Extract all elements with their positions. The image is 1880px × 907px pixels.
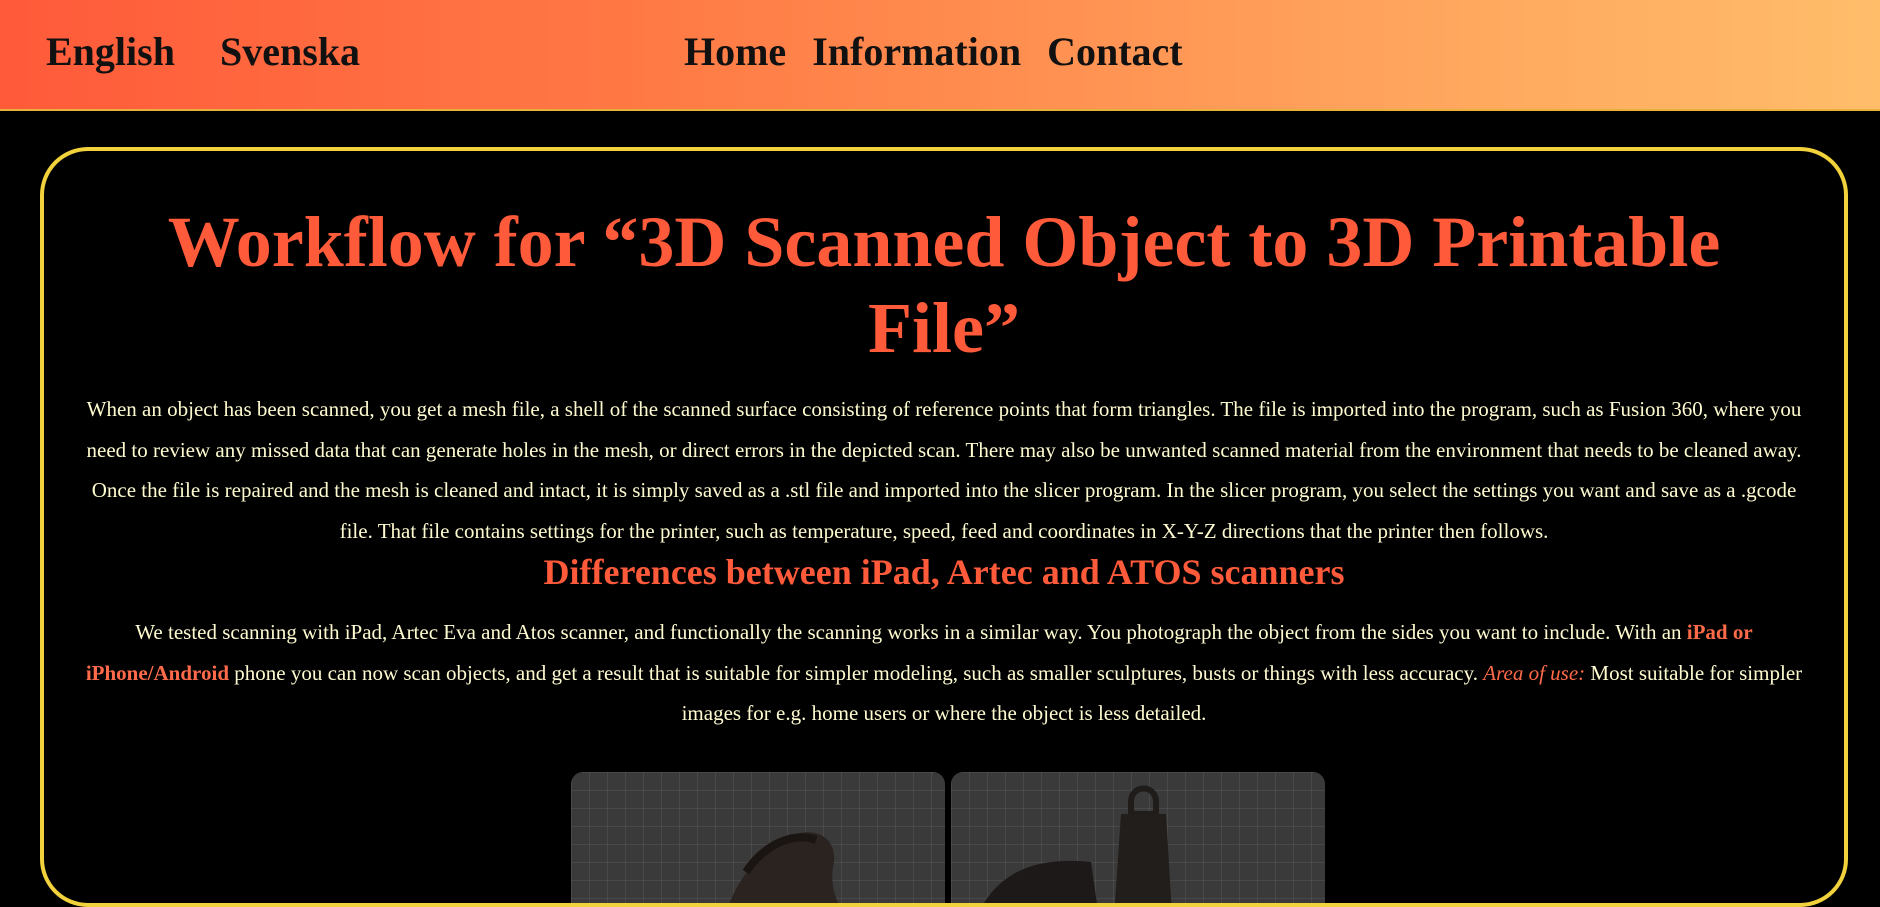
scanner-differences-heading: Differences between iPad, Artec and ATOS… xyxy=(543,552,1345,592)
scan-image-2[interactable] xyxy=(951,772,1325,903)
content-card: Workflow for “3D Scanned Object to 3D Pr… xyxy=(40,147,1848,907)
scanner-text-2: phone you can now scan objects, and get … xyxy=(229,660,1484,685)
page-title: Workflow for “3D Scanned Object to 3D Pr… xyxy=(167,202,1721,368)
language-english-link[interactable]: English xyxy=(46,28,175,75)
scan-image-gallery xyxy=(571,772,1325,903)
scanned-object-graphic xyxy=(984,785,1172,903)
nav-home-link[interactable]: Home xyxy=(684,28,786,75)
nav-information-link[interactable]: Information xyxy=(812,28,1021,75)
top-navigation-bar: English Svenska Home Information Contact xyxy=(0,0,1880,111)
nav-contact-link[interactable]: Contact xyxy=(1047,28,1183,75)
scanner-paragraph: We tested scanning with iPad, Artec Eva … xyxy=(80,612,1808,734)
language-svenska-link[interactable]: Svenska xyxy=(220,28,360,75)
scanner-text-1: We tested scanning with iPad, Artec Eva … xyxy=(135,620,1687,644)
scan-image-1[interactable] xyxy=(571,772,945,903)
workflow-paragraph: When an object has been scanned, you get… xyxy=(86,397,1802,543)
main-nav: Home Information Contact xyxy=(684,28,1183,75)
area-of-use-label: Area of use: xyxy=(1483,660,1586,685)
scanned-object-graphic xyxy=(729,832,839,903)
